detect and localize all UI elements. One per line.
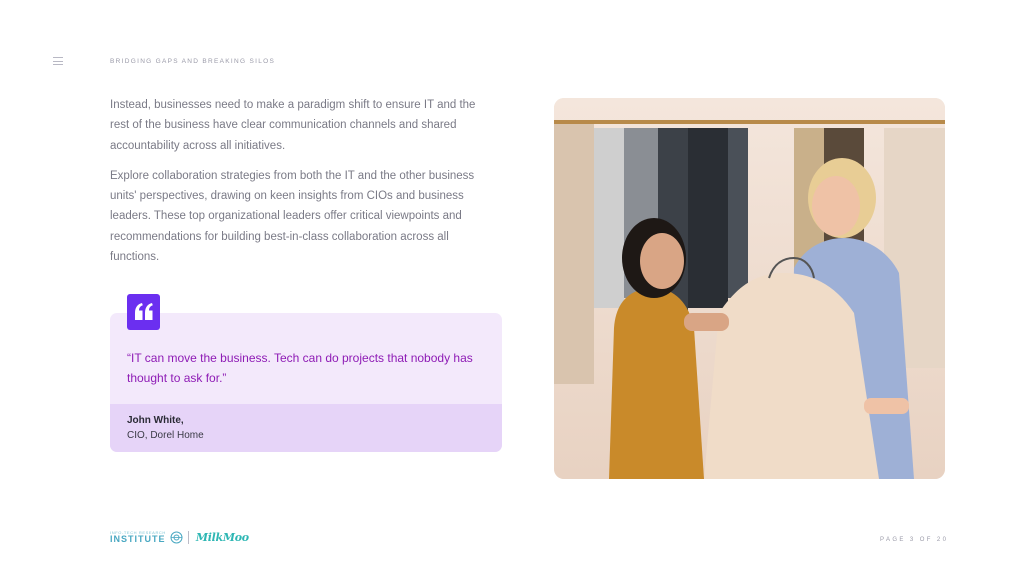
quote-mark-icon xyxy=(127,294,160,330)
quote-attribution: John White, CIO, Dorel Home xyxy=(110,404,502,452)
paragraph: Instead, businesses need to make a parad… xyxy=(110,99,476,152)
footer-logos: INFO-TECH RESEARCH INSTITUTE MilkMoo xyxy=(110,529,249,545)
section-title: BRIDGING GAPS AND BREAKING SILOS xyxy=(110,58,276,65)
author-name: John White, xyxy=(127,415,184,426)
logo-divider xyxy=(187,530,189,544)
quote-text: “IT can move the business. Tech can do p… xyxy=(127,351,473,385)
body-text: Instead, businesses need to make a parad… xyxy=(110,95,490,277)
partner-logo: MilkMoo xyxy=(195,530,249,544)
quote-card: “IT can move the business. Tech can do p… xyxy=(110,313,502,452)
paragraph: Explore collaboration strategies from bo… xyxy=(110,169,475,264)
institute-logo-big: INSTITUTE xyxy=(110,534,166,544)
author-role: CIO, Dorel Home xyxy=(127,430,204,441)
institute-logo: INFO-TECH RESEARCH INSTITUTE xyxy=(110,530,166,544)
institute-emblem-icon xyxy=(170,531,183,543)
shopping-photo xyxy=(554,98,945,479)
menu-icon[interactable] xyxy=(53,57,63,66)
page-number: PAGE 3 OF 20 xyxy=(880,537,949,543)
